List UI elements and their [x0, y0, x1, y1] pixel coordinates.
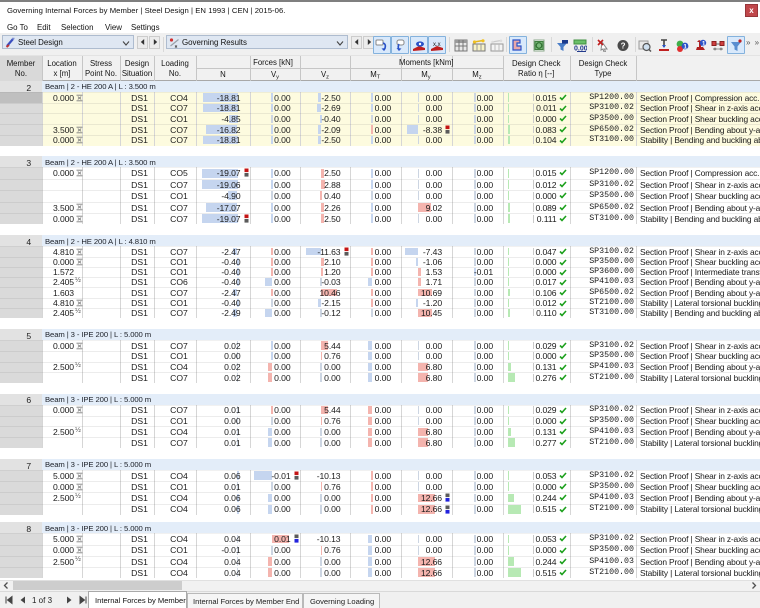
svg-text:x.x: x.x — [433, 42, 441, 48]
svg-text:?: ? — [621, 41, 626, 50]
